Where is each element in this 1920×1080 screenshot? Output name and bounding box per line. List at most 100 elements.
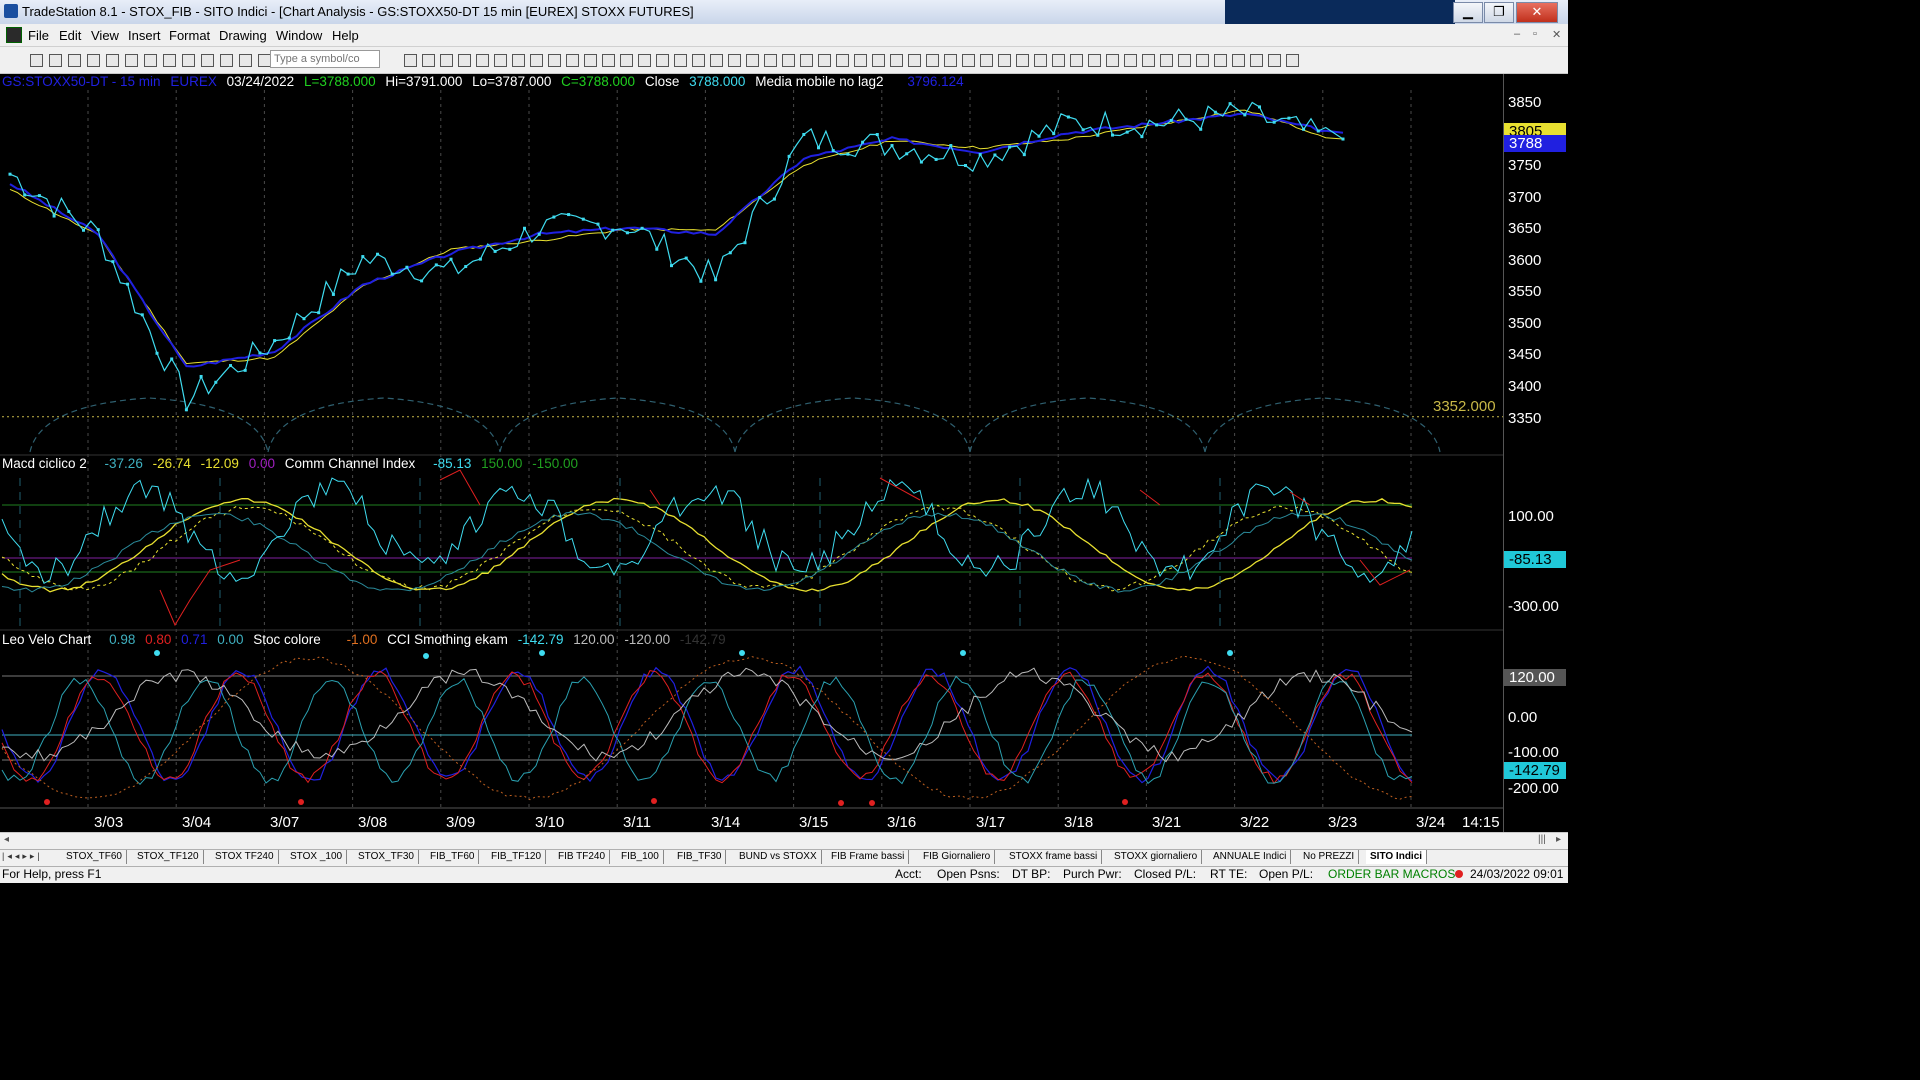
- stoc-value: -1.00: [346, 632, 378, 647]
- price-bar-point: [96, 228, 100, 232]
- price-bar-point: [331, 292, 335, 296]
- cci-extreme-segments: [159, 469, 1411, 627]
- price-bar-point: [581, 217, 585, 221]
- price-bar-point: [449, 257, 453, 261]
- macd-slow-line: [1, 497, 1413, 593]
- price-bar-point: [361, 255, 365, 259]
- cci-lo: -150.00: [532, 456, 578, 471]
- stoc-bottom-marker: [44, 799, 50, 805]
- tab-stox-tf120[interactable]: STOX_TF120: [133, 850, 204, 864]
- symbol-label: GS:STOXX50-DT - 15 min: [2, 74, 161, 89]
- tab-fib-tf30[interactable]: FIB_TF30: [673, 850, 727, 864]
- velo-tick: -100.00: [1508, 744, 1559, 761]
- scroll-left-icon[interactable]: ◂: [4, 834, 9, 845]
- x-tick: 3/04: [182, 814, 212, 831]
- tab-fib-tf60[interactable]: FIB_TF60: [426, 850, 480, 864]
- tab-fib-tf240[interactable]: FIB TF240: [554, 850, 611, 864]
- x-tick: 14:15: [1462, 814, 1500, 831]
- price-bar-point: [1341, 137, 1345, 141]
- cci-smoothing-lo: -120.00: [624, 632, 671, 647]
- cci-smoothing-value: -142.79: [517, 632, 564, 647]
- tab-fib-tf120[interactable]: FIB_TF120: [487, 850, 547, 864]
- cycle-arc: [29, 397, 269, 453]
- stoc-bottom-marker: [1122, 799, 1128, 805]
- tab-stox-tf30[interactable]: STOX_TF30: [354, 850, 419, 864]
- high-label: Hi=3791.000: [385, 74, 463, 89]
- price-bar-point: [287, 336, 291, 340]
- price-bar-point: [1258, 105, 1261, 109]
- tab-fib-100[interactable]: FIB_100: [617, 850, 664, 864]
- price-bar-point: [611, 228, 615, 232]
- horizontal-scrollbar[interactable]: ◂ ||| ▸: [0, 832, 1568, 849]
- status-macros[interactable]: ORDER BAR MACROS: [1328, 867, 1455, 881]
- stoc-top-marker: [739, 650, 745, 656]
- tab-no-prezzi[interactable]: No PREZZI: [1299, 850, 1360, 864]
- x-tick: 3/21: [1152, 814, 1182, 831]
- price-bar-point: [978, 153, 982, 157]
- tab-stoxx-giornaliero[interactable]: STOXX giornaliero: [1110, 850, 1203, 864]
- velo-value-box: -142.79: [1504, 762, 1566, 779]
- price-bar-point: [1140, 135, 1144, 139]
- tab-stox-tf240[interactable]: STOX TF240: [211, 850, 279, 864]
- price-bar-point: [464, 265, 468, 269]
- price-bar-point: [1199, 127, 1203, 131]
- close-label: Close: [644, 74, 680, 89]
- macd-tick: -300.00: [1508, 598, 1559, 615]
- price-bar-point: [1125, 130, 1129, 134]
- tab-fib-frame-bassi[interactable]: FIB Frame bassi: [827, 850, 910, 864]
- price-bar-point: [258, 351, 262, 355]
- tab-annuale-indici[interactable]: ANNUALE Indici: [1209, 850, 1292, 864]
- cci-value: -85.13: [433, 456, 472, 471]
- price-bar-point: [67, 210, 71, 214]
- price-tick: 3450: [1508, 346, 1542, 363]
- comm-channel-index-line: [1, 477, 1413, 585]
- price-bar-point: [1169, 118, 1173, 122]
- tab-stox-tf60[interactable]: STOX_TF60: [62, 850, 127, 864]
- macd-v3: -12.09: [200, 456, 239, 471]
- scroll-right-icon[interactable]: ▸: [1556, 834, 1561, 845]
- exchange-label: EUREX: [170, 74, 217, 89]
- scroll-thumb-icon[interactable]: |||: [1538, 834, 1546, 845]
- price-bar-point: [23, 193, 27, 197]
- price-pane-header: GS:STOXX50-DT - 15 min EUREX 03/24/2022 …: [2, 74, 970, 89]
- price-bar-point: [1272, 120, 1276, 124]
- x-tick: 3/10: [535, 814, 565, 831]
- price-bar-point: [964, 164, 967, 168]
- tab-bund-vs-stoxx[interactable]: BUND vs STOXX: [735, 850, 822, 864]
- tab-nav-icons[interactable]: |◂◂▸▸|: [2, 851, 43, 862]
- price-bar-point: [478, 257, 482, 261]
- velo-tick: -200.00: [1508, 780, 1559, 797]
- x-tick: 3/16: [887, 814, 917, 831]
- status-help: For Help, press F1: [2, 867, 102, 881]
- tab-sito-indici[interactable]: SITO Indici: [1366, 850, 1428, 864]
- tab-stox-100[interactable]: STOX _100: [286, 850, 348, 864]
- stoc-bottom-marker: [869, 800, 875, 806]
- price-bar-point: [714, 278, 718, 282]
- date-label: 03/24/2022: [226, 74, 295, 89]
- price-bar-point: [1037, 134, 1041, 138]
- cci-value-box: -85.13: [1504, 551, 1566, 568]
- close-eq-label: C=3788.000: [561, 74, 636, 89]
- price-bar-point: [1184, 117, 1188, 121]
- stoc-top-marker: [423, 653, 429, 659]
- price-bar-point: [817, 146, 820, 150]
- price-bar-point: [552, 215, 556, 219]
- price-bar-point: [537, 232, 541, 236]
- macd-histogram-line: [1, 511, 1413, 593]
- close-value: 3788.000: [689, 74, 746, 89]
- tab-fib-giornaliero[interactable]: FIB Giornaliero: [919, 850, 996, 864]
- price-box-blue: 3788: [1504, 135, 1566, 152]
- price-bar-point: [890, 144, 894, 148]
- price-bar-point: [214, 380, 218, 384]
- tab-stoxx-frame-bassi[interactable]: STOXX frame bassi: [1005, 850, 1103, 864]
- price-bar-point: [861, 140, 865, 144]
- status-datetime: 24/03/2022 09:01: [1470, 867, 1564, 881]
- price-bar-point: [1052, 132, 1056, 136]
- stoc-top-marker: [539, 650, 545, 656]
- low-label: Lo=3787.000: [472, 74, 552, 89]
- price-bar-point: [596, 222, 600, 226]
- price-bar-point: [802, 132, 806, 136]
- price-bar-point: [52, 214, 56, 218]
- price-bar-point: [934, 157, 938, 161]
- cycle-level-label: 3352.000: [1433, 398, 1496, 415]
